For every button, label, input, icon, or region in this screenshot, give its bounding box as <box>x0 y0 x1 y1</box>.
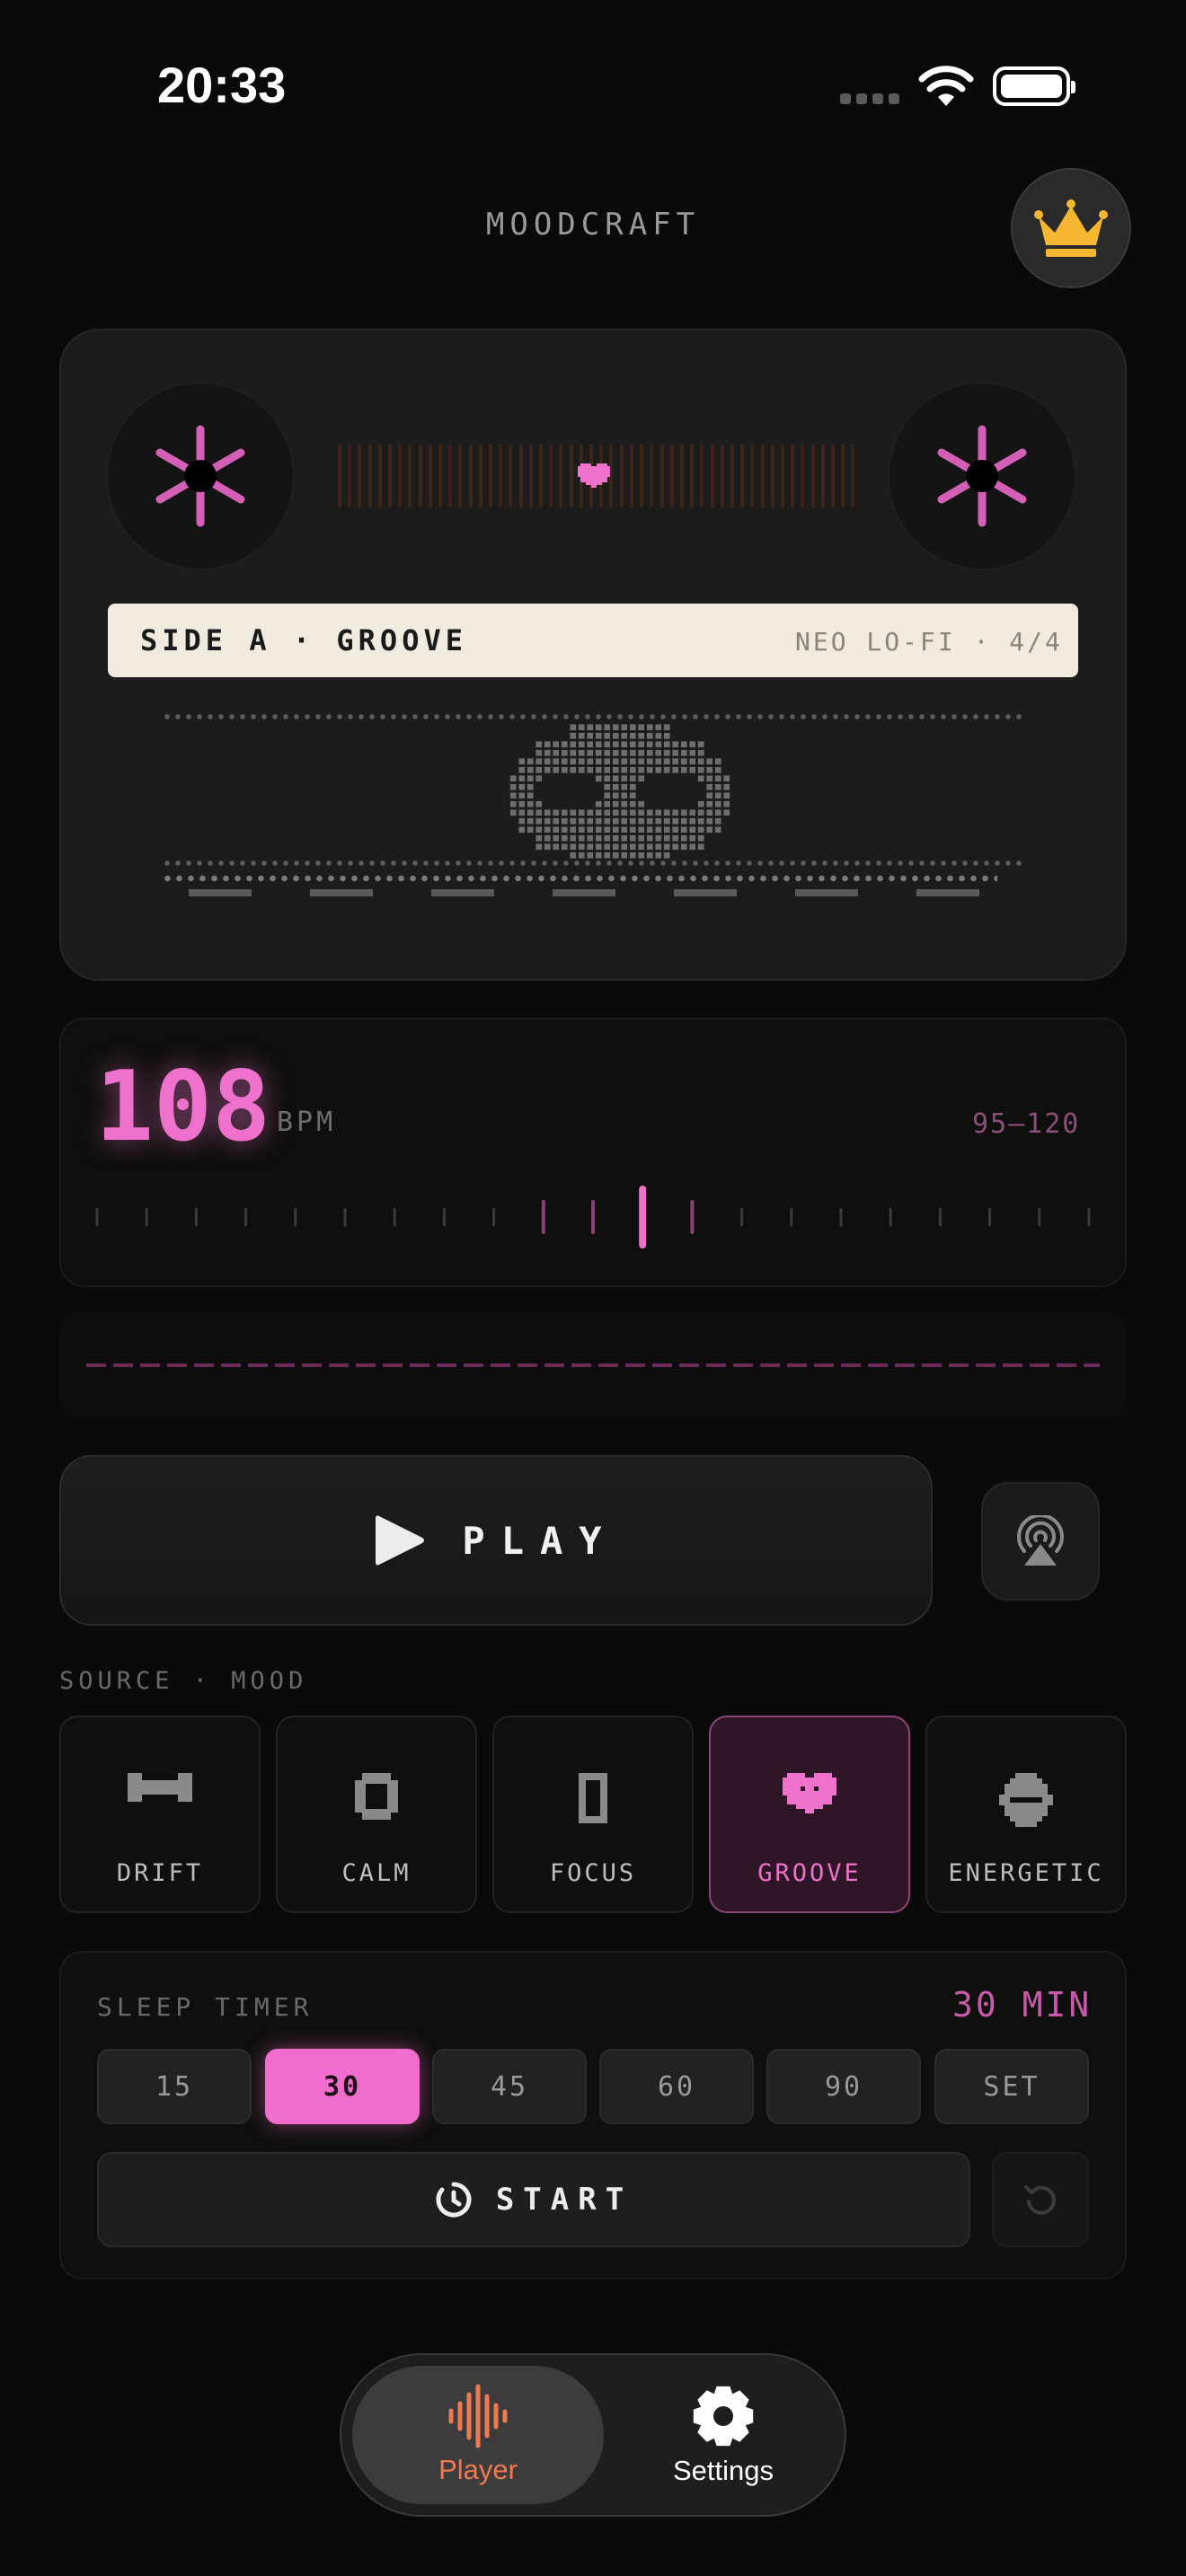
bpm-unit: BPM <box>277 1107 337 1138</box>
bpm-value: 108 <box>95 1051 271 1163</box>
right-reel <box>888 382 1076 570</box>
reel-spokes-icon <box>155 425 245 527</box>
energetic-icon <box>999 1773 1053 1827</box>
tab-player[interactable]: Player <box>352 2366 604 2504</box>
bpm-slider[interactable] <box>95 1186 1091 1248</box>
tab-settings-label: Settings <box>672 2455 774 2486</box>
premium-button[interactable] <box>1011 168 1131 288</box>
heart-icon <box>783 1773 836 1813</box>
airplay-icon <box>1017 1515 1064 1566</box>
timer-option-30[interactable]: 30 <box>265 2049 420 2124</box>
play-label: PLAY <box>462 1518 618 1563</box>
mood-section-label: SOURCE · MOOD <box>59 1667 308 1695</box>
reel-spokes-icon <box>937 425 1027 527</box>
focus-icon <box>579 1773 607 1823</box>
timer-option-45[interactable]: 45 <box>432 2049 587 2124</box>
left-reel <box>106 382 295 570</box>
cassette-dot-border <box>162 714 1024 719</box>
crown-icon <box>1034 199 1108 257</box>
gear-icon <box>693 2386 754 2447</box>
timer-option-15[interactable]: 15 <box>97 2049 252 2124</box>
timer-reset-button[interactable] <box>992 2152 1089 2247</box>
waveform-line <box>86 1363 1100 1367</box>
timer-icon <box>436 2182 472 2218</box>
calm-icon <box>355 1773 398 1820</box>
side-label: SIDE A · GROOVE <box>140 623 467 657</box>
reset-icon <box>1024 2185 1056 2215</box>
tab-settings[interactable]: Settings <box>611 2366 836 2504</box>
mood-energetic-button[interactable]: ENERGETIC <box>925 1716 1127 1913</box>
timer-option-90[interactable]: 90 <box>766 2049 921 2124</box>
status-time: 20:33 <box>157 57 287 113</box>
bpm-range: 95–120 <box>972 1108 1081 1140</box>
genre-label: NEO LO-FI · 4/4 <box>795 627 1063 657</box>
mood-label: CALM <box>341 1859 412 1887</box>
heart-icon <box>578 463 610 488</box>
mood-label: GROOVE <box>757 1859 862 1887</box>
timer-start-button[interactable]: START <box>97 2152 970 2247</box>
mood-focus-button[interactable]: FOCUS <box>492 1716 694 1913</box>
cassette-hub-art <box>509 723 731 860</box>
sleep-timer-label: SLEEP TIMER <box>97 1992 314 2022</box>
mood-label: DRIFT <box>116 1859 204 1887</box>
mood-calm-button[interactable]: CALM <box>276 1716 477 1913</box>
waveform-icon <box>448 2384 508 2448</box>
start-label: START <box>495 2182 633 2218</box>
cassette-dot-border <box>162 860 1024 866</box>
play-button[interactable]: PLAY <box>59 1455 933 1626</box>
battery-icon <box>993 66 1075 106</box>
mood-drift-button[interactable]: DRIFT <box>59 1716 261 1913</box>
cassette-dot-border <box>189 889 997 896</box>
play-icon <box>376 1515 425 1566</box>
timer-option-set[interactable]: SET <box>934 2049 1089 2124</box>
mood-label: ENERGETIC <box>948 1859 1104 1887</box>
wifi-icon <box>918 66 974 106</box>
drift-icon <box>128 1773 192 1802</box>
cellular-signal-icon <box>840 93 899 104</box>
sleep-timer-value: 30 MIN <box>952 1985 1093 2025</box>
cassette-dot-border <box>162 875 997 882</box>
app-title: MOODCRAFT <box>485 207 701 243</box>
tab-player-label: Player <box>438 2454 518 2485</box>
mood-groove-button[interactable]: GROOVE <box>709 1716 910 1913</box>
timer-option-60[interactable]: 60 <box>599 2049 754 2124</box>
airplay-button[interactable] <box>981 1482 1100 1601</box>
mood-label: FOCUS <box>549 1859 637 1887</box>
